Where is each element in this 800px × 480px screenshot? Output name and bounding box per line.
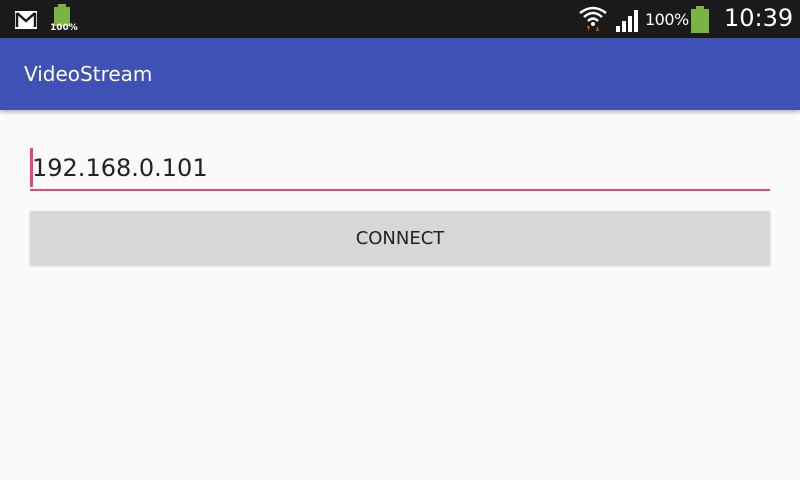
connect-button[interactable]: CONNECT	[30, 211, 770, 265]
app-title: VideoStream	[24, 62, 153, 86]
battery-notification-text: 100%	[50, 23, 78, 33]
gmail-icon	[15, 11, 37, 29]
signal-icon	[616, 10, 638, 32]
wifi-icon	[579, 6, 607, 31]
ip-address-field[interactable]	[30, 148, 770, 191]
battery-icon	[691, 6, 709, 33]
battery-percent: 100%	[645, 10, 689, 29]
status-bar: 100% 100% 10:39	[0, 0, 800, 38]
app-bar: VideoStream	[0, 38, 800, 110]
clock: 10:39	[724, 4, 794, 32]
ip-address-input[interactable]	[32, 150, 762, 186]
